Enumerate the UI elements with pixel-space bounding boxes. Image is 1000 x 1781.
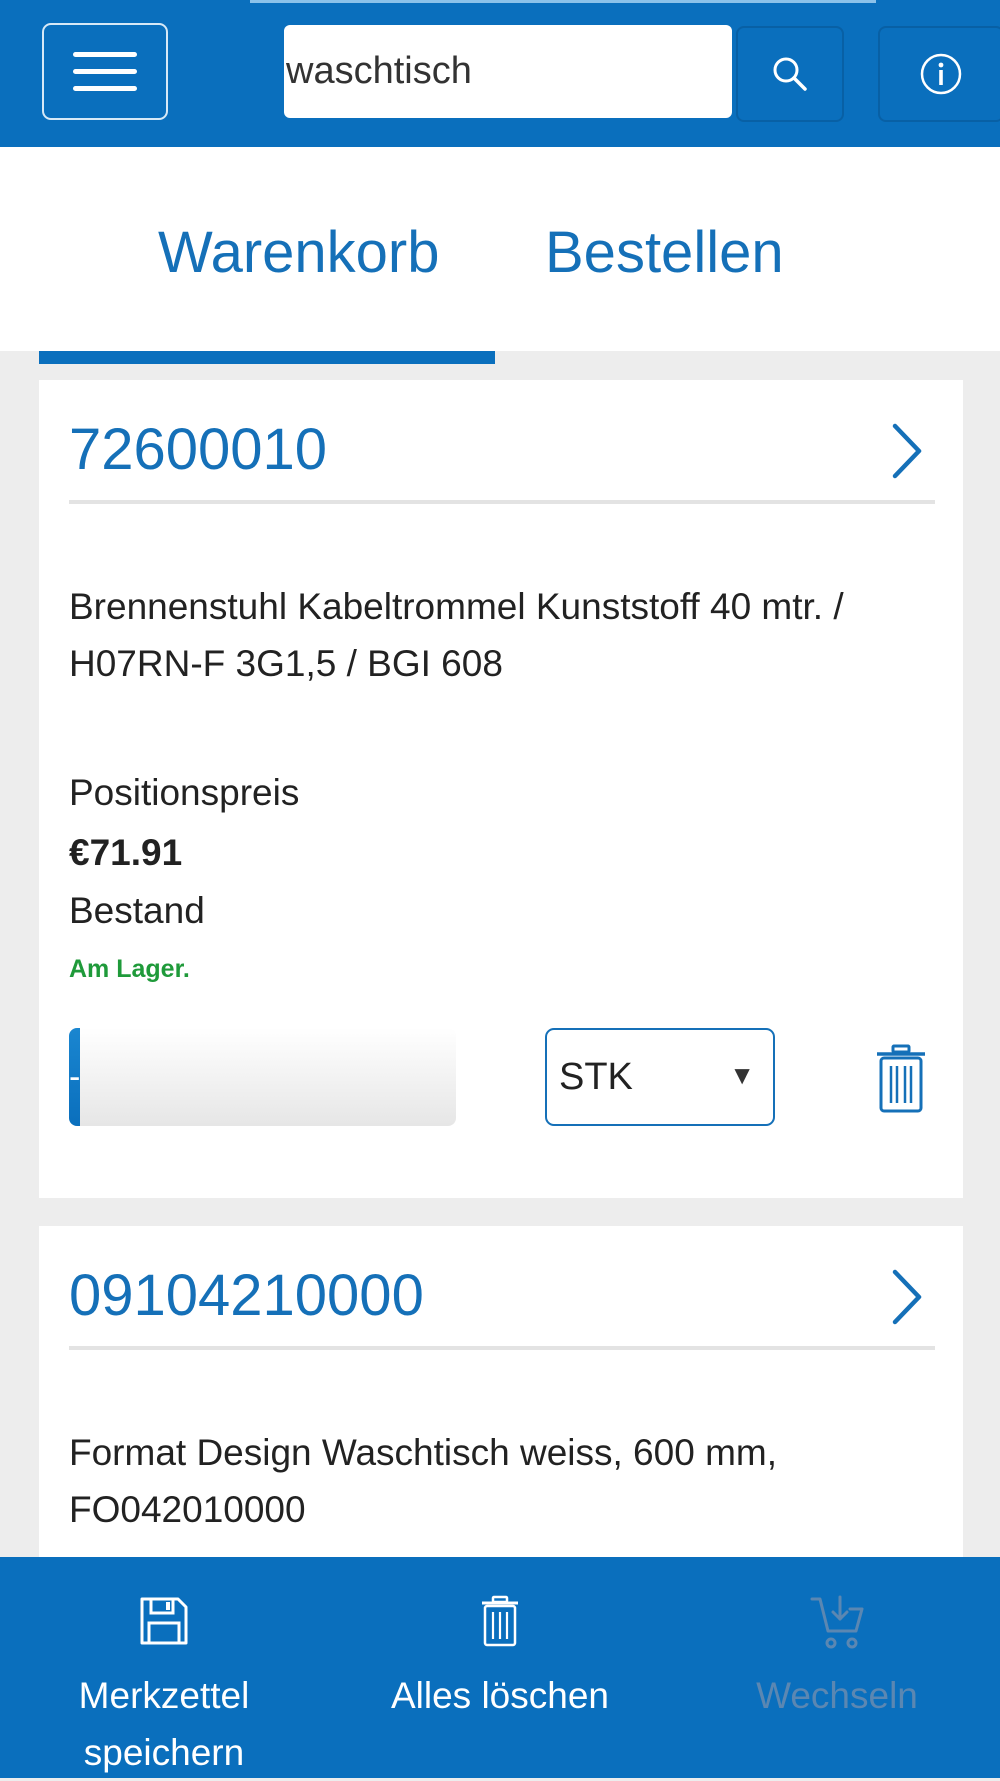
active-tab-indicator [39,351,495,364]
tab-bestellen[interactable]: Bestellen [545,219,784,286]
cart-item-card: 72600010 Brennenstuhl Kabeltrommel Kunst… [39,380,963,1198]
dropdown-caret-icon: ▼ [729,1060,755,1090]
tab-bar: Warenkorb Bestellen [0,147,1000,351]
switch-label: Wechseln [756,1675,918,1716]
hamburger-menu-icon [73,52,137,57]
article-number: 09104210000 [69,1263,424,1328]
search-input[interactable] [284,25,732,118]
quantity-decrease-button[interactable]: - [69,1028,81,1126]
delete-item-button[interactable] [875,1044,927,1114]
search-button[interactable] [736,26,844,122]
stock-label: Bestand [69,890,205,931]
cart-icon [810,1595,864,1649]
bottom-action-bar: Merkzettel speichern Alles löschen Wechs… [0,1557,1000,1778]
menu-button[interactable] [42,23,168,120]
search-icon [773,57,807,91]
trash-icon [877,1044,925,1113]
hamburger-menu-icon [73,86,137,91]
save-list-button[interactable]: Merkzettel speichern [40,1557,288,1778]
quantity-stepper: - + [69,1028,456,1126]
header-top-line [250,0,876,3]
tab-warenkorb[interactable]: Warenkorb [158,219,440,286]
unit-selected-value: STK [559,1056,633,1098]
save-list-label: Merkzettel speichern [78,1675,250,1773]
info-icon [920,53,962,95]
stock-status: Am Lager. [69,955,190,983]
hamburger-menu-icon [73,69,137,74]
quantity-input[interactable] [80,1028,456,1126]
info-button[interactable] [878,26,1000,122]
clear-all-button[interactable]: Alles löschen [360,1557,640,1778]
app-header [0,0,1000,147]
card-divider [69,500,935,504]
clear-all-label: Alles löschen [390,1675,609,1716]
chevron-right-icon [892,1269,922,1325]
chevron-right-icon [892,423,922,479]
article-number: 72600010 [69,417,328,482]
trash-icon [482,1595,518,1647]
save-icon [140,1597,188,1645]
cart-item-header[interactable]: 09104210000 [69,1262,935,1334]
cart-item-header[interactable]: 72600010 [69,416,935,488]
article-description: Brennenstuhl Kabeltrommel Kunststoff 40 … [69,586,844,684]
card-divider [69,1346,935,1350]
article-description: Format Design Waschtisch weiss, 600 mm, … [69,1432,777,1530]
unit-select[interactable]: STK ▼ [545,1028,775,1126]
position-price-value: €71.91 [69,832,183,873]
switch-button[interactable]: Wechseln [700,1557,974,1778]
position-price-label: Positionspreis [69,772,300,813]
